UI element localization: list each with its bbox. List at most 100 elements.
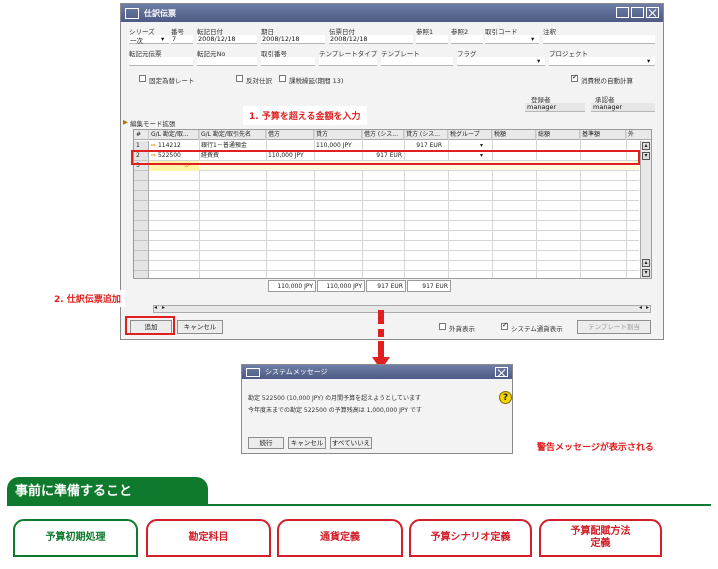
deferred-tax-checkbox[interactable] — [279, 75, 286, 82]
scroll-left-icon[interactable]: ◂ — [154, 304, 157, 311]
topic-budget-distribution[interactable]: 予算配賦方法 定義 — [539, 519, 662, 557]
fixed-rate-checkbox[interactable] — [139, 75, 146, 82]
trans-code-select[interactable]: ▾ — [485, 35, 539, 44]
template-assign-button[interactable]: テンプレート割当 — [577, 320, 651, 334]
origin-no-field[interactable] — [197, 57, 257, 66]
continue-button[interactable]: 続行 — [248, 437, 284, 449]
expand-arrow-icon[interactable]: ▶ — [123, 118, 128, 126]
trans-no-field[interactable] — [261, 57, 315, 66]
vat-auto-checkbox[interactable] — [571, 73, 578, 82]
chevron-down-icon[interactable]: ▾ — [531, 35, 534, 43]
approver-value: manager — [593, 103, 623, 111]
col-header-account-name[interactable]: G/L 勘定/取引先名 — [199, 130, 266, 140]
col-header-tax-group[interactable]: 税グループ — [448, 130, 492, 140]
col-header-tax-amount[interactable]: 税額 — [492, 130, 536, 140]
dialog-message-line1: 勘定 522500 (10,000 JPY) の月間予算を超えようとしています — [248, 395, 421, 402]
system-message-dialog: システムメッセージ 勘定 522500 (10,000 JPY) の月間予算を超… — [241, 364, 513, 454]
section-underline — [7, 504, 711, 506]
dialog-title: システムメッセージ — [265, 368, 328, 376]
doc-date-field[interactable]: 2008/12/18 — [329, 35, 413, 44]
question-icon: ? — [499, 391, 512, 404]
col-header-debit[interactable]: 借方 — [266, 130, 314, 140]
col-header-account[interactable]: G/L 勘定/取... — [149, 130, 199, 140]
chevron-down-icon[interactable]: ▾ — [161, 35, 164, 43]
series-select[interactable]: 一次 ▾ — [129, 35, 169, 45]
callout-warning: 警告メッセージが表示される — [537, 443, 654, 453]
posting-date-field[interactable]: 2008/12/18 — [197, 35, 257, 44]
col-header-no[interactable]: # — [134, 130, 149, 140]
dialog-titlebar: システムメッセージ — [242, 365, 512, 379]
project-select[interactable]: ▾ — [549, 57, 655, 66]
col-header-sys-debit[interactable]: 借方 (シス... — [362, 130, 404, 140]
doc-date-value: 2008/12/18 — [330, 35, 368, 43]
template-field[interactable] — [381, 57, 453, 66]
creator-field: manager — [525, 103, 585, 112]
chevron-down-icon[interactable]: ▾ — [537, 57, 540, 65]
series-value: 一次 — [130, 37, 143, 45]
ref2-field[interactable] — [451, 35, 483, 44]
callout-step2: 2. 仕訳伝票追加 — [50, 290, 125, 307]
number-value: 7 — [172, 35, 177, 43]
edit-mode-label[interactable]: 編集モード拡張 — [130, 118, 176, 128]
topic-budget-scenario[interactable]: 予算シナリオ定義 — [409, 519, 532, 557]
dialog-cancel-button[interactable]: キャンセル — [288, 437, 326, 449]
col-header-credit[interactable]: 貸方 — [314, 130, 362, 140]
number-field[interactable]: 7 — [171, 35, 193, 44]
creator-value: manager — [527, 103, 557, 111]
minimize-icon[interactable] — [616, 7, 629, 18]
reverse-checkbox[interactable] — [236, 75, 243, 82]
connector-dash — [378, 329, 384, 337]
total-sys-debit: 917 EUR — [366, 280, 406, 292]
scroll-left-icon[interactable]: ◂ — [639, 304, 642, 311]
system-currency-checkbox[interactable] — [501, 321, 508, 330]
all-no-button[interactable]: すべていいえ — [330, 437, 372, 449]
close-icon[interactable] — [646, 7, 659, 18]
col-header-fc[interactable]: 外 — [626, 130, 651, 140]
scroll-down-icon[interactable]: ▾ — [642, 152, 650, 160]
row-account[interactable]: 114212 — [158, 142, 181, 149]
due-date-field[interactable]: 2008/12/18 — [261, 35, 325, 44]
add-button-highlight — [125, 316, 175, 335]
scroll-right-icon[interactable]: ▸ — [162, 304, 165, 311]
origin-doc-field[interactable] — [129, 57, 193, 66]
col-header-base[interactable]: 基準額 — [580, 130, 626, 140]
topic-budget-init[interactable]: 予算初期処理 — [13, 519, 138, 557]
total-debit: 110,000 JPY — [268, 280, 316, 292]
window-titlebar: 仕訳伝票 — [121, 4, 663, 22]
scroll-down-icon[interactable]: ▾ — [642, 269, 650, 277]
ref1-field[interactable] — [416, 35, 448, 44]
posting-date-value: 2008/12/18 — [198, 35, 236, 43]
total-sys-credit: 917 EUR — [407, 280, 451, 292]
foreign-display-checkbox[interactable] — [439, 323, 446, 330]
foreign-display-label: 外貨表示 — [449, 325, 475, 333]
close-icon[interactable] — [495, 367, 508, 377]
scroll-up-icon[interactable]: ▴ — [642, 259, 650, 267]
vat-auto-label: 消費税の自動計算 — [581, 77, 633, 85]
system-currency-label: システム通貨表示 — [511, 325, 563, 333]
grid-vertical-scrollbar[interactable]: ▴ ▾ ▴ ▾ — [640, 141, 651, 278]
due-date-value: 2008/12/18 — [262, 35, 300, 43]
cancel-button[interactable]: キャンセル — [177, 320, 223, 334]
col-header-total[interactable]: 総額 — [536, 130, 580, 140]
window-icon — [246, 367, 260, 377]
topic-currency[interactable]: 通貨定義 — [277, 519, 403, 557]
deferred-tax-label: 課税繰延(期間 13) — [289, 77, 344, 85]
section-title: 事前に準備すること — [7, 477, 208, 504]
chevron-down-icon[interactable]: ▾ — [647, 57, 650, 65]
maximize-icon[interactable] — [631, 7, 644, 18]
row-highlight — [131, 150, 640, 165]
link-arrow-icon[interactable]: ⇨ — [151, 142, 156, 149]
dialog-message-line2: 今年度末までの勘定 522500 の予算残高は 1,000,000 JPY です — [248, 407, 422, 414]
topic-account[interactable]: 勘定科目 — [146, 519, 271, 557]
window-icon — [125, 7, 139, 19]
flag-select[interactable]: ▾ — [457, 57, 545, 66]
window-title: 仕訳伝票 — [144, 8, 176, 18]
total-credit: 110,000 JPY — [317, 280, 365, 292]
grid-horizontal-scrollbar[interactable]: ◂ ▸ ◂ ▸ — [153, 304, 651, 313]
col-header-sys-credit[interactable]: 貸方 (シス... — [404, 130, 448, 140]
scroll-up-icon[interactable]: ▴ — [642, 142, 650, 150]
template-type-field[interactable] — [319, 57, 377, 66]
connector-dash — [378, 310, 384, 324]
scroll-right-icon[interactable]: ▸ — [646, 304, 649, 311]
remarks-field[interactable] — [543, 35, 655, 44]
